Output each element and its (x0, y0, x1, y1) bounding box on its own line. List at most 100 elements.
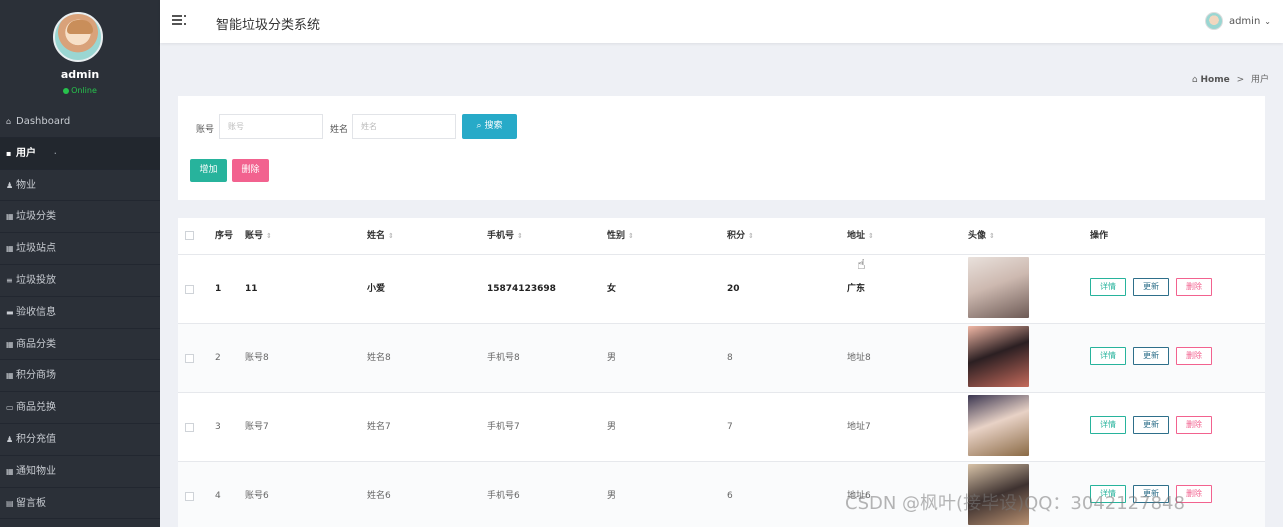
table-row: 3 账号7 姓名7 手机号7 男 7 地址7 详情 更新 删除 (178, 393, 1265, 462)
topbar: 智能垃圾分类系统 admin ⌄ (160, 0, 1283, 43)
account-input[interactable]: 账号 (219, 114, 323, 139)
search-button[interactable]: ⌕ 搜索 (462, 114, 517, 139)
app-title: 智能垃圾分类系统 (216, 18, 321, 33)
breadcrumb: ⌂ Home > 用户 (1192, 72, 1269, 85)
row-checkbox[interactable] (185, 492, 194, 501)
select-all-checkbox[interactable] (185, 231, 194, 240)
cell-no: 3 (215, 422, 221, 432)
detail-button[interactable]: 详情 (1090, 278, 1126, 296)
cell-phone: 手机号8 (487, 353, 520, 363)
cell-gender: 男 (607, 353, 617, 363)
col-header-name-label: 姓名 (367, 231, 386, 241)
chevron-down-icon: ⌄ (1264, 16, 1271, 26)
cell-points: 7 (727, 422, 733, 432)
sidebar-item-3[interactable]: ▦ 垃圾分类 (0, 201, 160, 234)
cell-name: 小爱 (367, 284, 386, 294)
user-photo[interactable] (968, 326, 1029, 387)
watermark: CSDN @枫叶(接毕设)QQ：3042127848 (845, 493, 1185, 514)
grid-icon: ▦ (6, 466, 14, 476)
sidebar-item-label: 垃圾投放 (16, 274, 56, 286)
sidebar-item-0[interactable]: ⌂ Dashboard (0, 106, 160, 138)
menu-toggle-icon[interactable] (172, 13, 186, 27)
cell-gender: 女 (607, 284, 617, 294)
user-menu[interactable]: admin ⌄ (1204, 12, 1271, 30)
sort-icon: ⇕ (628, 232, 634, 240)
account-label: 账号 (196, 125, 215, 135)
cell-no: 2 (215, 353, 221, 363)
avatar[interactable] (53, 12, 103, 62)
sidebar-item-label: 垃圾站点 (16, 243, 56, 255)
breadcrumb-current: 用户 (1250, 75, 1269, 85)
user-avatar (1204, 12, 1223, 30)
detail-button[interactable]: 详情 (1090, 416, 1126, 434)
cell-points: 20 (727, 284, 740, 294)
update-button[interactable]: 更新 (1133, 347, 1169, 365)
delete-button[interactable]: 删除 (1176, 416, 1212, 434)
sidebar-item-11[interactable]: ▦ 通知物业 (0, 456, 160, 488)
search-icon: ⌕ (476, 121, 482, 131)
sidebar-item-label: 留言板 (16, 497, 46, 509)
col-header-no: 序号 (215, 231, 234, 241)
col-header-points[interactable]: 积分 ⇕ (727, 218, 754, 254)
sidebar-item-10[interactable]: ♟ 积分充值 (0, 424, 160, 456)
row-checkbox[interactable] (185, 354, 194, 363)
grid-icon: ▦ (6, 212, 14, 222)
sidebar-menu: ⌂ Dashboard ▪ 用户 · ♟ 物业 ▦ 垃圾分类 ▦ 垃圾站点 ≡ 垃圾投放 ▬ 验收信息 ▦ 商品… (0, 106, 160, 520)
row-checkbox[interactable] (185, 285, 194, 294)
sidebar-item-6[interactable]: ▬ 验收信息 (0, 297, 160, 329)
sidebar-item-8[interactable]: ▦ 积分商场 (0, 360, 160, 393)
delete-button[interactable]: 删除 (1176, 278, 1212, 296)
row-checkbox[interactable] (185, 423, 194, 432)
detail-button[interactable]: 详情 (1090, 347, 1126, 365)
sidebar-item-7[interactable]: ▦ 商品分类 (0, 329, 160, 361)
name-input[interactable]: 姓名 (352, 114, 456, 139)
col-header-actions: 操作 (1090, 231, 1109, 241)
cell-phone: 15874123698 (487, 284, 556, 294)
col-header-account[interactable]: 账号 ⇕ (245, 218, 272, 254)
search-button-label: 搜索 (484, 121, 503, 131)
col-header-gender-label: 性别 (607, 231, 626, 241)
grid-icon: ▦ (6, 371, 14, 381)
col-header-account-label: 账号 (245, 231, 264, 241)
grid-icon: ▦ (6, 339, 14, 349)
sidebar-item-9[interactable]: ▭ 商品兑换 (0, 392, 160, 424)
sidebar-item-4[interactable]: ▦ 垃圾站点 (0, 233, 160, 265)
sidebar-item-label: 垃圾分类 (16, 211, 56, 223)
user-photo[interactable] (968, 257, 1029, 318)
grid-icon: ▦ (6, 244, 14, 254)
sidebar-item-2[interactable]: ♟ 物业 (0, 170, 160, 202)
col-header-address-label: 地址 (847, 231, 866, 241)
cell-name: 姓名7 (367, 422, 391, 432)
cell-gender: 男 (607, 422, 617, 432)
user-icon: ▪ (6, 148, 12, 158)
home-icon: ⌂ (1191, 75, 1198, 85)
update-button[interactable]: 更新 (1133, 278, 1169, 296)
sidebar-item-1[interactable]: ▪ 用户 · (0, 137, 160, 170)
col-header-address[interactable]: 地址 ⇕ (847, 218, 874, 254)
cell-account: 账号7 (245, 422, 269, 432)
batch-delete-button[interactable]: 删除 (232, 159, 269, 182)
table-row: 1 11 小爱 15874123698 女 20 广东 详情 更新 删除 (178, 255, 1265, 324)
sidebar-item-5[interactable]: ≡ 垃圾投放 (0, 265, 160, 297)
status-dot-icon (63, 87, 70, 94)
update-button[interactable]: 更新 (1133, 416, 1169, 434)
table-row: 2 账号8 姓名8 手机号8 男 8 地址8 详情 更新 删除 (178, 324, 1265, 393)
person-icon: ♟ (6, 434, 14, 444)
col-header-name[interactable]: 姓名 ⇕ (367, 218, 394, 254)
sidebar-username: admin (60, 68, 100, 81)
col-header-gender[interactable]: 性别 ⇕ (607, 218, 634, 254)
sidebar-item-12[interactable]: ▤ 留言板 (0, 488, 160, 520)
user-photo[interactable] (968, 395, 1029, 456)
sidebar-item-label: 积分充值 (16, 433, 56, 445)
delete-button[interactable]: 删除 (1176, 347, 1212, 365)
add-button[interactable]: 增加 (190, 159, 227, 182)
cell-points: 8 (727, 353, 733, 363)
col-header-points-label: 积分 (727, 231, 746, 241)
cell-gender: 男 (607, 491, 617, 501)
breadcrumb-separator: > (1236, 75, 1245, 85)
col-header-phone[interactable]: 手机号 ⇕ (487, 218, 523, 254)
sort-icon: ⇕ (517, 232, 523, 240)
breadcrumb-home[interactable]: Home (1200, 75, 1229, 85)
name-label: 姓名 (330, 125, 349, 135)
col-header-avatar[interactable]: 头像 ⇕ (968, 218, 995, 254)
